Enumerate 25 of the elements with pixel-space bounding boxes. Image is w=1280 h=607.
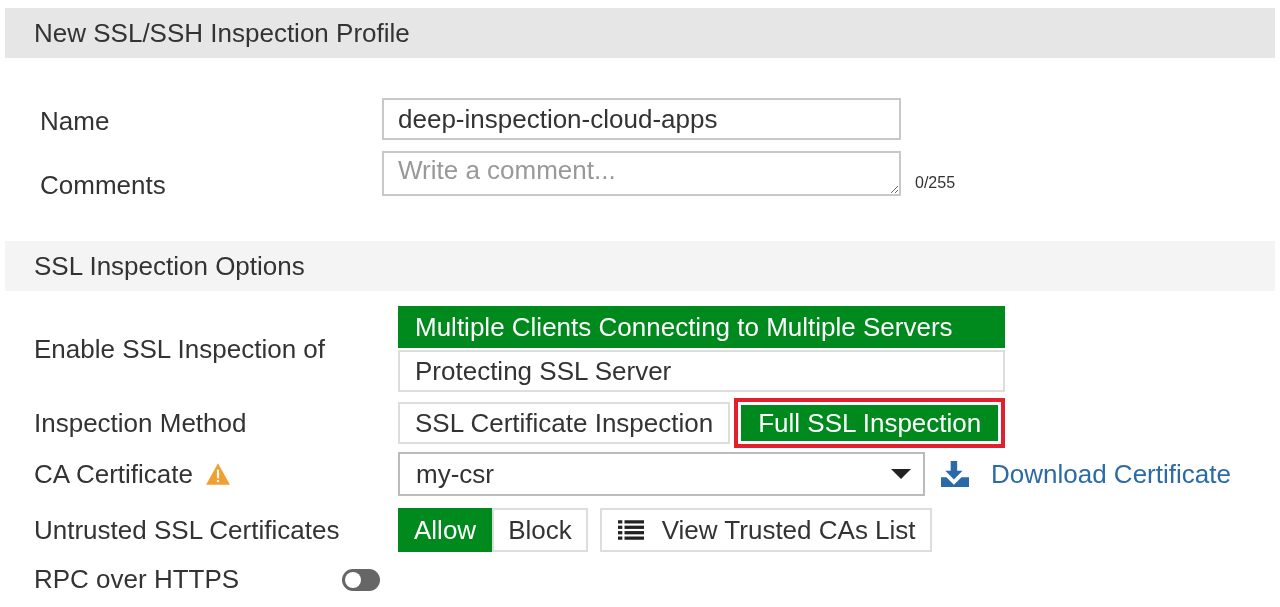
download-link[interactable]: Download Certificate	[991, 458, 1231, 490]
option-button[interactable]: Multiple Clients Connecting to Multiple Servers	[398, 306, 1005, 348]
comments-field[interactable]: Write a comment...	[382, 151, 901, 196]
option-button[interactable]: SSL Certificate Inspection	[398, 402, 731, 444]
download-icon[interactable]	[941, 461, 969, 487]
field-label: Untrusted SSL Certificates	[33, 514, 341, 546]
field-label: Comments	[39, 169, 167, 201]
name-field[interactable]: deep-inspection-cloud-apps	[382, 98, 901, 140]
character-counter: 0/255	[915, 173, 956, 192]
option-button[interactable]: Protecting SSL Server	[398, 350, 1005, 392]
option-button[interactable]: Full SSL Inspection	[741, 405, 999, 441]
option-button[interactable]: Block	[492, 508, 588, 552]
field-label: Name	[39, 105, 111, 137]
field-label: RPC over HTTPS	[33, 564, 241, 595]
list-icon	[617, 519, 644, 541]
caret-icon	[891, 469, 911, 479]
field-label: Enable SSL Inspection of	[33, 333, 326, 365]
toggle-switch[interactable]	[342, 568, 380, 591]
option-button[interactable]: Allow	[398, 508, 493, 552]
section-title: New SSL/SSH Inspection Profile	[34, 17, 410, 49]
view-list-button[interactable]: View Trusted CAs List	[599, 508, 932, 552]
section-title: SSL Inspection Options	[34, 250, 305, 282]
field-label: CA Certificate	[34, 458, 193, 490]
field-label: Inspection Method	[33, 407, 248, 439]
certificate-dropdown[interactable]: my-csr	[398, 452, 925, 496]
